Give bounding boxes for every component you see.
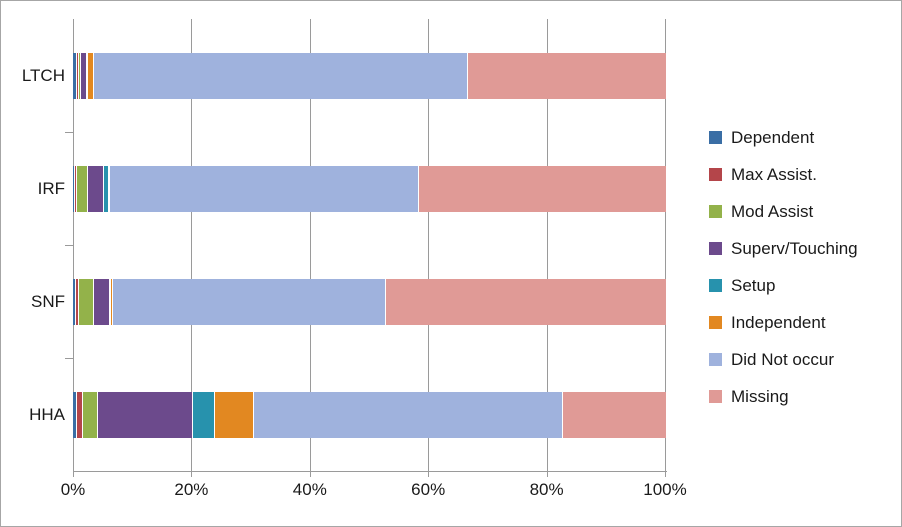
legend-label: Dependent (731, 127, 815, 147)
x-axis-label-20: 20% (174, 480, 209, 499)
x-axis-label-80: 80% (529, 480, 564, 499)
x-axis-tick (428, 471, 430, 477)
bar-segment[interactable] (214, 391, 254, 438)
legend-swatch-icon (709, 390, 722, 403)
y-axis-label-irf: IRF (37, 178, 65, 198)
y-axis-tick (65, 245, 74, 246)
category-band (73, 358, 666, 471)
legend-label: Independent (731, 312, 826, 332)
legend-item[interactable]: Did Not occur (709, 341, 899, 378)
y-axis-label-ltch: LTCH (21, 65, 65, 85)
bar-segment[interactable] (110, 165, 419, 212)
y-axis-label-hha: HHA (29, 404, 65, 424)
legend-swatch-icon (709, 242, 722, 255)
category-band (73, 245, 666, 358)
x-axis-tick (665, 471, 666, 477)
legend-label: Setup (731, 275, 776, 295)
legend-item[interactable]: Independent (709, 304, 899, 341)
category-band (73, 19, 666, 132)
legend: Dependent Max Assist. Mod Assist Superv/Tou… (709, 119, 899, 415)
x-axis-label-100: 100% (643, 480, 687, 499)
legend-label: Superv/Touching (731, 238, 858, 258)
legend-item[interactable]: Superv/Touching (709, 230, 899, 267)
legend-swatch-icon (709, 316, 722, 329)
bar-segment[interactable] (192, 391, 215, 438)
chart-container: LTCH IRF SNF HHA 0% 20% 40% 60% 80% 100% Depende… (0, 0, 902, 527)
x-axis-tick (73, 471, 74, 477)
bar-segment[interactable] (88, 165, 105, 212)
bar-segment[interactable] (94, 52, 468, 99)
x-axis-label-0: 0% (60, 480, 86, 499)
bar-segment[interactable] (253, 391, 563, 438)
x-axis-tick (546, 471, 548, 477)
bar-segment[interactable] (418, 165, 666, 212)
bar-segment[interactable] (386, 278, 666, 325)
legend-label: Missing (731, 386, 789, 406)
bar-segment[interactable] (467, 52, 666, 99)
y-axis-tick (65, 132, 74, 133)
legend-item[interactable]: Setup (709, 267, 899, 304)
bar-segment[interactable] (78, 278, 94, 325)
stacked-bar[interactable] (73, 278, 666, 325)
bar-segment[interactable] (83, 391, 98, 438)
legend-item[interactable]: Missing (709, 378, 899, 415)
x-axis: 0% 20% 40% 60% 80% 100% (1, 471, 901, 511)
legend-item[interactable]: Mod Assist (709, 193, 899, 230)
legend-swatch-icon (709, 205, 722, 218)
x-axis-label-40: 40% (292, 480, 327, 499)
plot-area (73, 19, 666, 471)
stacked-bar[interactable] (73, 52, 666, 99)
legend-item[interactable]: Dependent (709, 119, 899, 156)
x-axis-label-60: 60% (411, 480, 446, 499)
x-axis-tick (191, 471, 193, 477)
stacked-bar[interactable] (73, 165, 666, 212)
legend-swatch-icon (709, 279, 722, 292)
bar-segment[interactable] (113, 278, 387, 325)
legend-label: Max Assist. (731, 164, 817, 184)
bar-segment[interactable] (93, 278, 110, 325)
legend-item[interactable]: Max Assist. (709, 156, 899, 193)
legend-swatch-icon (709, 353, 722, 366)
stacked-bar[interactable] (73, 391, 666, 438)
bar-segment[interactable] (562, 391, 666, 438)
legend-swatch-icon (709, 168, 722, 181)
bar-segment[interactable] (76, 165, 89, 212)
x-axis-tick (309, 471, 311, 477)
y-axis-label-snf: SNF (31, 291, 65, 311)
y-axis-tick (65, 358, 74, 359)
y-axis-labels: LTCH IRF SNF HHA (1, 1, 65, 526)
legend-label: Mod Assist (731, 201, 814, 221)
legend-swatch-icon (709, 131, 722, 144)
category-band (73, 132, 666, 245)
legend-label: Did Not occur (731, 349, 834, 369)
bar-segment[interactable] (97, 391, 193, 438)
